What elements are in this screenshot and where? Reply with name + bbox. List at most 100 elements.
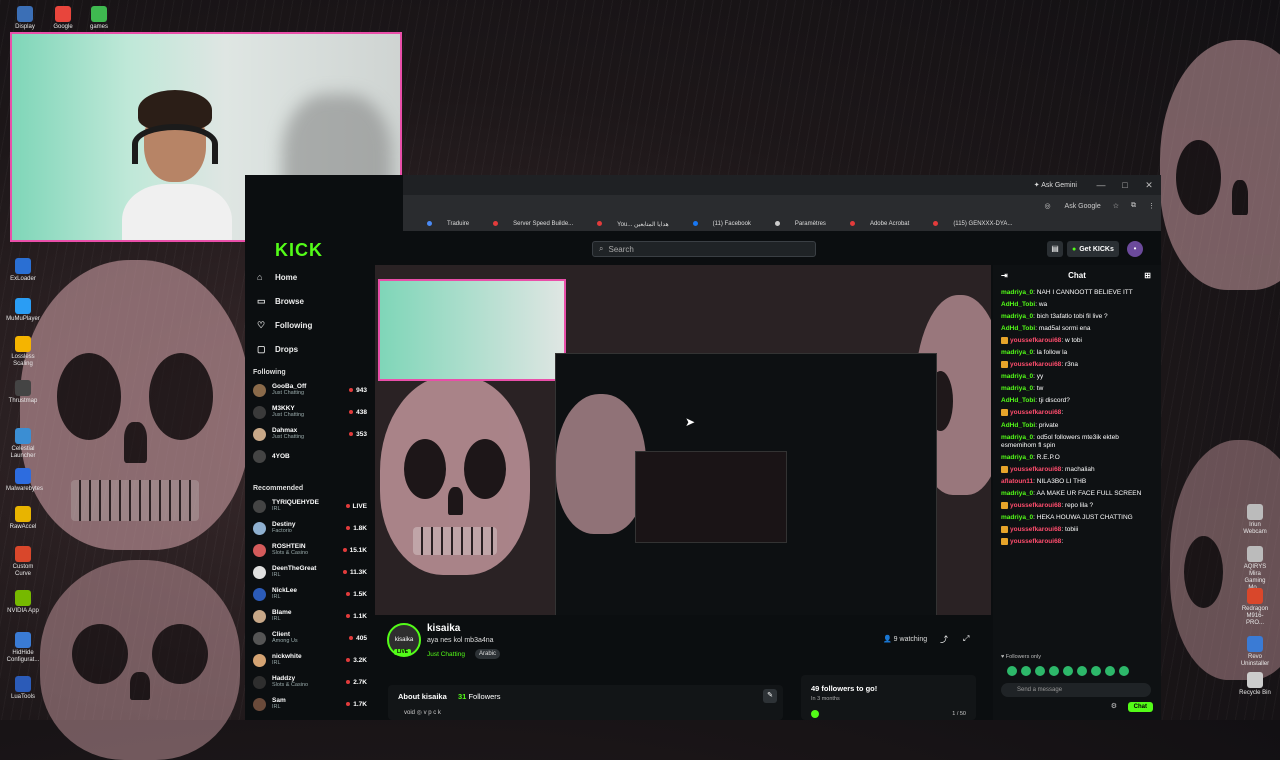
- desktop-icon[interactable]: Redragon M916-PRO...: [1238, 588, 1272, 627]
- ask-gemini-button[interactable]: ✦ Ask Gemini: [1034, 181, 1077, 189]
- sidebar-channel[interactable]: nickwhite IRL 3.2K: [245, 649, 372, 671]
- chat-username[interactable]: madriya_0: [1001, 434, 1033, 441]
- chat-username[interactable]: madriya_0: [1001, 385, 1033, 392]
- sidebar-channel[interactable]: Destiny Factorio 1.8K: [245, 517, 372, 539]
- chat-username[interactable]: madriya_0: [1001, 490, 1033, 497]
- desktop-icon[interactable]: Celestial Launcher: [6, 428, 40, 460]
- chat-username[interactable]: madriya_0: [1001, 313, 1033, 320]
- bookmark-item[interactable]: (115) GENXXX-DYA...: [921, 220, 1012, 227]
- sidebar-channel[interactable]: 4YOB: [245, 445, 372, 467]
- emote-icon[interactable]: [1077, 666, 1087, 676]
- bookmark-star-icon[interactable]: ☆: [1113, 202, 1119, 210]
- edit-icon[interactable]: ✎: [763, 689, 777, 703]
- chat-username[interactable]: AdHd_Tobi: [1001, 325, 1035, 332]
- chat-username[interactable]: youssefkaroui68: [1010, 526, 1061, 533]
- emote-icon[interactable]: [1119, 666, 1129, 676]
- address-bar[interactable]: ◎ Ask Google ☆ ⧉ ⋮: [403, 195, 1161, 217]
- emote-icon[interactable]: [1021, 666, 1031, 676]
- sidebar-channel[interactable]: NickLee IRL 1.5K: [245, 583, 372, 605]
- emote-icon[interactable]: [1105, 666, 1115, 676]
- ask-google-button[interactable]: ◎ Ask Google: [1044, 202, 1100, 210]
- desktop-icon[interactable]: Custom Curve: [6, 546, 40, 578]
- nav-drops[interactable]: ▢ Drops: [245, 337, 372, 361]
- chat-username[interactable]: youssefkaroui68: [1010, 410, 1061, 417]
- desktop-icon[interactable]: NVIDIA App: [6, 590, 40, 615]
- desktop-icon[interactable]: Revo Uninstaller: [1238, 636, 1272, 668]
- close-button[interactable]: ✕: [1137, 180, 1161, 191]
- sidebar-channel[interactable]: Haddzy Slots & Casino 2.7K: [245, 671, 372, 693]
- desktop-icon[interactable]: HidHide Configurat...: [6, 632, 40, 664]
- desktop-icon[interactable]: games: [82, 6, 116, 31]
- user-avatar[interactable]: •: [1127, 241, 1143, 257]
- bookmark-item[interactable]: Traduire: [415, 220, 469, 227]
- bookmark-item[interactable]: Server Speed Builde...: [481, 220, 573, 227]
- chat-username[interactable]: madriya_0: [1001, 289, 1033, 296]
- chat-username[interactable]: AdHd_Tobi: [1001, 397, 1035, 404]
- kick-logo[interactable]: KICK: [275, 240, 323, 261]
- social-links[interactable]: void ◎ v p c k: [404, 709, 441, 716]
- chat-username[interactable]: madriya_0: [1001, 373, 1033, 380]
- chat-username[interactable]: madriya_0: [1001, 514, 1033, 521]
- extensions-icon[interactable]: ⧉: [1131, 202, 1136, 210]
- emote-icon[interactable]: [1035, 666, 1045, 676]
- sidebar-channel[interactable]: M3KKY Just Chatting 438: [245, 401, 372, 423]
- channel-name[interactable]: kisaika: [427, 623, 460, 634]
- sidebar-channel[interactable]: TYRIQUEHYDE IRL LIVE: [245, 495, 372, 517]
- chat-username[interactable]: youssefkaroui68: [1010, 337, 1061, 344]
- desktop-icon[interactable]: Display: [8, 6, 42, 31]
- search-input[interactable]: ⌕ Search: [592, 241, 816, 257]
- nav-following[interactable]: ♡ Following: [245, 313, 372, 337]
- chat-username[interactable]: youssefkaroui68: [1010, 539, 1061, 546]
- chat-username[interactable]: AdHd_Tobi: [1001, 301, 1035, 308]
- bookmark-item[interactable]: You... هدايا المتابعين: [585, 221, 669, 228]
- stream-category[interactable]: Just Chatting: [427, 651, 465, 658]
- sidebar-channel[interactable]: Sam IRL 1.7K: [245, 693, 372, 715]
- video-player[interactable]: ➤: [375, 265, 991, 615]
- library-icon[interactable]: ▤: [1047, 241, 1063, 257]
- chat-input[interactable]: Send a message: [1001, 683, 1151, 697]
- emote-icon[interactable]: [1063, 666, 1073, 676]
- chat-username[interactable]: AdHd_Tobi: [1001, 422, 1035, 429]
- chat-username[interactable]: madriya_0: [1001, 349, 1033, 356]
- desktop-icon[interactable]: MuMuPlayer: [6, 298, 40, 323]
- nav-browse[interactable]: ▭ Browse: [245, 289, 372, 313]
- desktop-icon[interactable]: RawAccel: [6, 506, 40, 531]
- chat-username[interactable]: youssefkaroui68: [1010, 502, 1061, 509]
- maximize-button[interactable]: □: [1113, 180, 1137, 190]
- chat-username[interactable]: youssefkaroui68: [1010, 361, 1061, 368]
- chat-settings-icon[interactable]: ⚙: [1111, 702, 1117, 710]
- desktop-icon[interactable]: AQIRYS Mira Gaming Mo...: [1238, 546, 1272, 592]
- chat-username[interactable]: youssefkaroui68: [1010, 466, 1061, 473]
- theatre-mode-icon[interactable]: ⤢: [963, 634, 969, 644]
- chat-username[interactable]: madriya_0: [1001, 454, 1033, 461]
- chat-username[interactable]: aflatoun11: [1001, 478, 1033, 485]
- get-kicks-button[interactable]: ● Get KICKs: [1067, 241, 1119, 257]
- emote-icon[interactable]: [1049, 666, 1059, 676]
- menu-icon[interactable]: ⋮: [1148, 202, 1155, 210]
- sidebar-channel[interactable]: GooBa_Off Just Chatting 943: [245, 379, 372, 401]
- collapse-chat-icon[interactable]: ⇥: [1001, 265, 1008, 287]
- share-icon[interactable]: ⤴: [940, 634, 948, 645]
- desktop-icon[interactable]: Thrustmap: [6, 380, 40, 405]
- emote-icon[interactable]: [1007, 666, 1017, 676]
- chat-send-button[interactable]: Chat: [1127, 702, 1153, 712]
- desktop-icon[interactable]: Iriun Webcam: [1238, 504, 1272, 536]
- bookmark-item[interactable]: Paramètres: [763, 220, 826, 227]
- desktop-icon[interactable]: Recycle Bin: [1238, 672, 1272, 697]
- sidebar-channel[interactable]: Blame IRL 1.1K: [245, 605, 372, 627]
- bookmark-item[interactable]: Adobe Acrobat: [838, 220, 909, 227]
- sidebar-channel[interactable]: DeenTheGreat IRL 11.3K: [245, 561, 372, 583]
- sidebar-channel[interactable]: ROSHTEIN Slots & Casino 15.1K: [245, 539, 372, 561]
- desktop-icon[interactable]: Malwarebytes: [6, 468, 43, 493]
- emote-icon[interactable]: [1091, 666, 1101, 676]
- sidebar-channel[interactable]: Dahmax Just Chatting 353: [245, 423, 372, 445]
- chat-popout-icon[interactable]: ⊞: [1144, 265, 1151, 287]
- stream-tag[interactable]: Arabic: [475, 649, 501, 659]
- nav-home[interactable]: ⌂ Home: [245, 265, 372, 289]
- desktop-icon[interactable]: LuaTools: [6, 676, 40, 701]
- desktop-icon[interactable]: Google: [46, 6, 80, 31]
- minimize-button[interactable]: —: [1089, 180, 1113, 190]
- bookmark-item[interactable]: (11) Facebook: [681, 220, 751, 227]
- desktop-icon[interactable]: ExLoader: [6, 258, 40, 283]
- desktop-icon[interactable]: Lossless Scaling: [6, 336, 40, 368]
